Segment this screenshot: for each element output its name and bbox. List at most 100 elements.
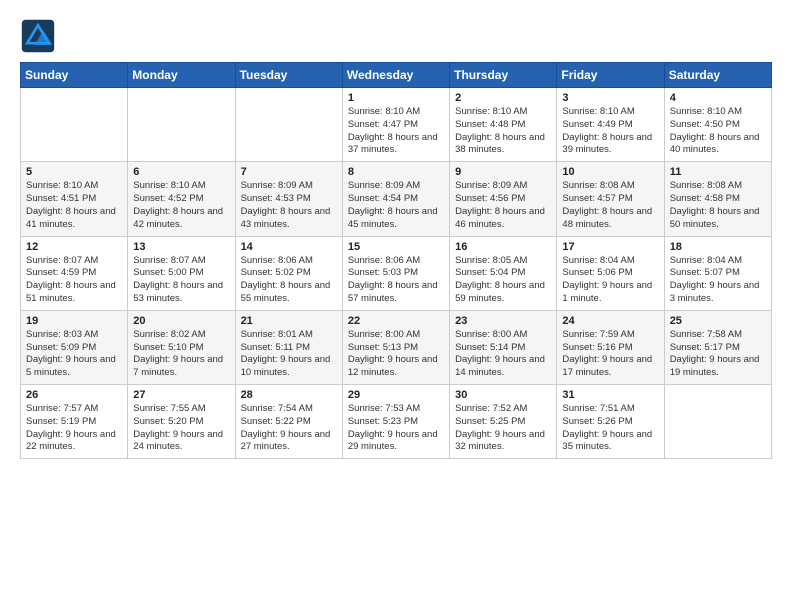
weekday-header-saturday: Saturday xyxy=(664,63,771,88)
day-number: 21 xyxy=(241,315,337,327)
calendar-cell: 4 Sunrise: 8:10 AM Sunset: 4:50 PM Daylig… xyxy=(664,88,771,162)
day-info: Sunrise: 8:01 AM Sunset: 5:11 PM Dayligh… xyxy=(241,329,337,380)
day-info: Sunrise: 8:05 AM Sunset: 5:04 PM Dayligh… xyxy=(455,255,551,306)
day-number: 28 xyxy=(241,389,337,401)
calendar-cell: 5Sunrise: 8:10 AM Sunset: 4:51 PM Daylig… xyxy=(21,162,128,236)
calendar-cell: 18 Sunrise: 8:04 AM Sunset: 5:07 PM Dayli… xyxy=(664,236,771,310)
day-number: 6 xyxy=(133,166,229,178)
day-number: 7 xyxy=(241,166,337,178)
weekday-header-monday: Monday xyxy=(128,63,235,88)
calendar-cell: 22Sunrise: 8:00 AM Sunset: 5:13 PM Dayli… xyxy=(342,310,449,384)
calendar-cell: 26 Sunrise: 7:57 AM Sunset: 5:19 PM Dayli… xyxy=(21,385,128,459)
calendar-cell: 23 Sunrise: 8:00 AM Sunset: 5:14 PM Dayli… xyxy=(450,310,557,384)
calendar-cell: 11 Sunrise: 8:08 AM Sunset: 4:58 PM Dayli… xyxy=(664,162,771,236)
day-info: Sunrise: 8:09 AM Sunset: 4:56 PM Dayligh… xyxy=(455,180,551,231)
calendar-cell: 13 Sunrise: 8:07 AM Sunset: 5:00 PM Dayli… xyxy=(128,236,235,310)
day-info: Sunrise: 8:10 AM Sunset: 4:49 PM Dayligh… xyxy=(562,106,658,157)
page: SundayMondayTuesdayWednesdayThursdayFrid… xyxy=(0,0,792,612)
day-number: 10 xyxy=(562,166,658,178)
calendar-cell: 29 Sunrise: 7:53 AM Sunset: 5:23 PM Dayli… xyxy=(342,385,449,459)
day-info: Sunrise: 8:10 AM Sunset: 4:47 PM Dayligh… xyxy=(348,106,444,157)
calendar-table: SundayMondayTuesdayWednesdayThursdayFrid… xyxy=(20,62,772,459)
day-info: Sunrise: 8:03 AM Sunset: 5:09 PM Dayligh… xyxy=(26,329,122,380)
day-number: 18 xyxy=(670,241,766,253)
calendar-cell: 3 Sunrise: 8:10 AM Sunset: 4:49 PM Daylig… xyxy=(557,88,664,162)
calendar-cell: 14Sunrise: 8:06 AM Sunset: 5:02 PM Dayli… xyxy=(235,236,342,310)
day-info: Sunrise: 8:07 AM Sunset: 5:00 PM Dayligh… xyxy=(133,255,229,306)
calendar-cell: 30Sunrise: 7:52 AM Sunset: 5:25 PM Dayli… xyxy=(450,385,557,459)
day-info: Sunrise: 8:04 AM Sunset: 5:06 PM Dayligh… xyxy=(562,255,658,306)
day-info: Sunrise: 8:00 AM Sunset: 5:13 PM Dayligh… xyxy=(348,329,444,380)
week-row-4: 19Sunrise: 8:03 AM Sunset: 5:09 PM Dayli… xyxy=(21,310,772,384)
calendar-cell: 10 Sunrise: 8:08 AM Sunset: 4:57 PM Dayli… xyxy=(557,162,664,236)
day-info: Sunrise: 8:00 AM Sunset: 5:14 PM Dayligh… xyxy=(455,329,551,380)
calendar-cell: 25 Sunrise: 7:58 AM Sunset: 5:17 PM Dayli… xyxy=(664,310,771,384)
calendar-cell xyxy=(235,88,342,162)
day-info: Sunrise: 8:09 AM Sunset: 4:54 PM Dayligh… xyxy=(348,180,444,231)
calendar-cell xyxy=(128,88,235,162)
day-info: Sunrise: 8:09 AM Sunset: 4:53 PM Dayligh… xyxy=(241,180,337,231)
day-info: Sunrise: 7:57 AM Sunset: 5:19 PM Dayligh… xyxy=(26,403,122,454)
day-info: Sunrise: 7:53 AM Sunset: 5:23 PM Dayligh… xyxy=(348,403,444,454)
calendar-cell xyxy=(664,385,771,459)
weekday-header-row: SundayMondayTuesdayWednesdayThursdayFrid… xyxy=(21,63,772,88)
day-number: 2 xyxy=(455,92,551,104)
day-info: Sunrise: 8:04 AM Sunset: 5:07 PM Dayligh… xyxy=(670,255,766,306)
day-number: 11 xyxy=(670,166,766,178)
day-number: 24 xyxy=(562,315,658,327)
week-row-1: 1Sunrise: 8:10 AM Sunset: 4:47 PM Daylig… xyxy=(21,88,772,162)
calendar-cell: 27Sunrise: 7:55 AM Sunset: 5:20 PM Dayli… xyxy=(128,385,235,459)
day-number: 26 xyxy=(26,389,122,401)
calendar-cell: 28 Sunrise: 7:54 AM Sunset: 5:22 PM Dayli… xyxy=(235,385,342,459)
day-info: Sunrise: 8:10 AM Sunset: 4:52 PM Dayligh… xyxy=(133,180,229,231)
header xyxy=(20,18,772,54)
calendar-cell: 12 Sunrise: 8:07 AM Sunset: 4:59 PM Dayli… xyxy=(21,236,128,310)
day-number: 8 xyxy=(348,166,444,178)
weekday-header-tuesday: Tuesday xyxy=(235,63,342,88)
day-info: Sunrise: 8:08 AM Sunset: 4:58 PM Dayligh… xyxy=(670,180,766,231)
day-info: Sunrise: 8:08 AM Sunset: 4:57 PM Dayligh… xyxy=(562,180,658,231)
week-row-3: 12 Sunrise: 8:07 AM Sunset: 4:59 PM Dayli… xyxy=(21,236,772,310)
day-info: Sunrise: 8:10 AM Sunset: 4:48 PM Dayligh… xyxy=(455,106,551,157)
day-info: Sunrise: 7:54 AM Sunset: 5:22 PM Dayligh… xyxy=(241,403,337,454)
calendar-cell: 21 Sunrise: 8:01 AM Sunset: 5:11 PM Dayli… xyxy=(235,310,342,384)
day-number: 25 xyxy=(670,315,766,327)
day-info: Sunrise: 7:52 AM Sunset: 5:25 PM Dayligh… xyxy=(455,403,551,454)
weekday-header-sunday: Sunday xyxy=(21,63,128,88)
calendar-cell: 6 Sunrise: 8:10 AM Sunset: 4:52 PM Daylig… xyxy=(128,162,235,236)
day-info: Sunrise: 8:02 AM Sunset: 5:10 PM Dayligh… xyxy=(133,329,229,380)
week-row-5: 26 Sunrise: 7:57 AM Sunset: 5:19 PM Dayli… xyxy=(21,385,772,459)
logo xyxy=(20,18,60,54)
weekday-header-thursday: Thursday xyxy=(450,63,557,88)
day-number: 17 xyxy=(562,241,658,253)
calendar-cell: 15 Sunrise: 8:06 AM Sunset: 5:03 PM Dayli… xyxy=(342,236,449,310)
day-info: Sunrise: 8:06 AM Sunset: 5:03 PM Dayligh… xyxy=(348,255,444,306)
calendar-cell: 1Sunrise: 8:10 AM Sunset: 4:47 PM Daylig… xyxy=(342,88,449,162)
day-info: Sunrise: 7:51 AM Sunset: 5:26 PM Dayligh… xyxy=(562,403,658,454)
day-number: 13 xyxy=(133,241,229,253)
calendar-cell: 7 Sunrise: 8:09 AM Sunset: 4:53 PM Daylig… xyxy=(235,162,342,236)
logo-icon xyxy=(20,18,56,54)
day-info: Sunrise: 8:10 AM Sunset: 4:50 PM Dayligh… xyxy=(670,106,766,157)
day-number: 3 xyxy=(562,92,658,104)
week-row-2: 5Sunrise: 8:10 AM Sunset: 4:51 PM Daylig… xyxy=(21,162,772,236)
day-number: 15 xyxy=(348,241,444,253)
day-info: Sunrise: 8:10 AM Sunset: 4:51 PM Dayligh… xyxy=(26,180,122,231)
day-number: 4 xyxy=(670,92,766,104)
day-info: Sunrise: 8:07 AM Sunset: 4:59 PM Dayligh… xyxy=(26,255,122,306)
calendar-cell: 20 Sunrise: 8:02 AM Sunset: 5:10 PM Dayli… xyxy=(128,310,235,384)
day-number: 23 xyxy=(455,315,551,327)
day-number: 31 xyxy=(562,389,658,401)
calendar-cell xyxy=(21,88,128,162)
calendar-cell: 24 Sunrise: 7:59 AM Sunset: 5:16 PM Dayli… xyxy=(557,310,664,384)
calendar-cell: 17 Sunrise: 8:04 AM Sunset: 5:06 PM Dayli… xyxy=(557,236,664,310)
day-number: 12 xyxy=(26,241,122,253)
day-number: 29 xyxy=(348,389,444,401)
day-info: Sunrise: 7:55 AM Sunset: 5:20 PM Dayligh… xyxy=(133,403,229,454)
day-number: 20 xyxy=(133,315,229,327)
weekday-header-friday: Friday xyxy=(557,63,664,88)
day-info: Sunrise: 7:58 AM Sunset: 5:17 PM Dayligh… xyxy=(670,329,766,380)
weekday-header-wednesday: Wednesday xyxy=(342,63,449,88)
day-info: Sunrise: 7:59 AM Sunset: 5:16 PM Dayligh… xyxy=(562,329,658,380)
calendar-cell: 31 Sunrise: 7:51 AM Sunset: 5:26 PM Dayli… xyxy=(557,385,664,459)
